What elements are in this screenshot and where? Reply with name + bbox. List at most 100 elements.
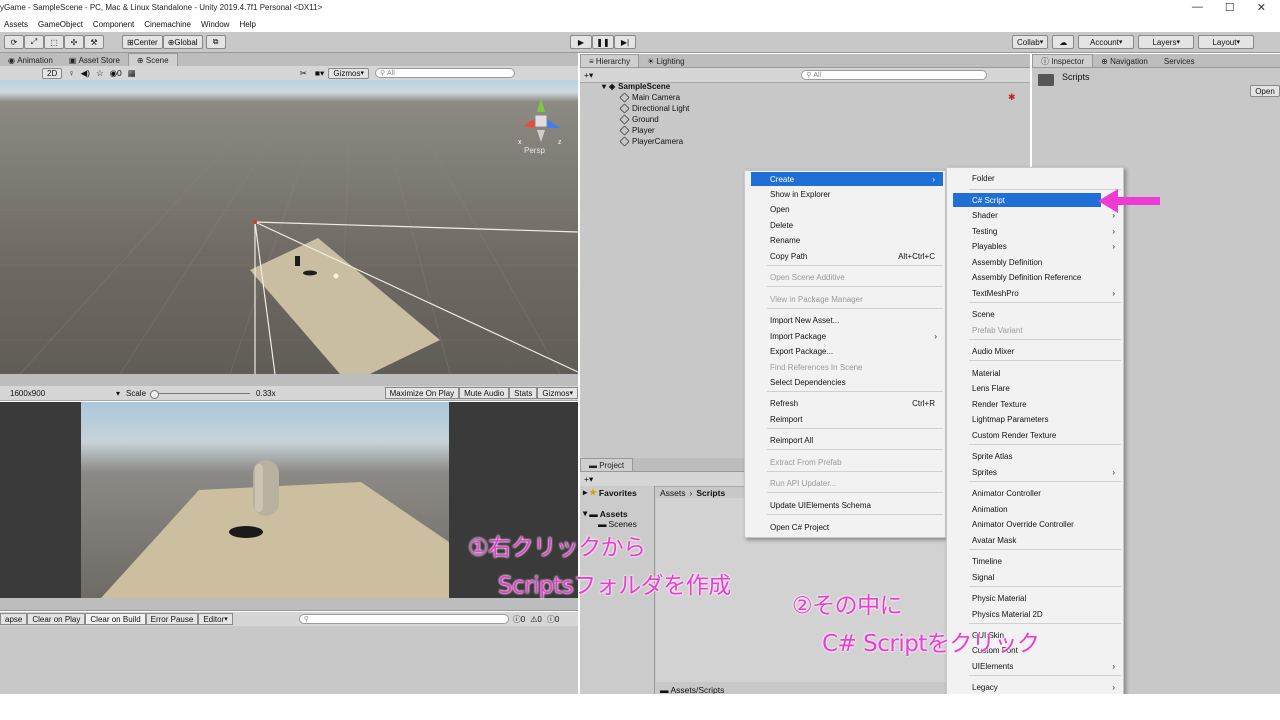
tab-asset-store[interactable]: ▣ Asset Store bbox=[61, 54, 128, 66]
submenu-item-textmeshpro[interactable]: TextMeshPro › bbox=[947, 286, 1123, 300]
submenu-item-avatar-mask[interactable]: Avatar Mask bbox=[947, 533, 1123, 547]
maximize-icon[interactable]: ☐ bbox=[1225, 1, 1235, 14]
menu-item-refresh[interactable]: Refresh Ctrl+R bbox=[745, 396, 945, 410]
submenu-item-shader[interactable]: Shader › bbox=[947, 208, 1123, 222]
account-dropdown[interactable]: Account bbox=[1078, 35, 1135, 49]
scene-menu-icon[interactable]: ✱ bbox=[1008, 92, 1016, 103]
submenu-item-assembly-definition-reference[interactable]: Assembly Definition Reference bbox=[947, 270, 1123, 284]
hidden-count-icon[interactable]: ◉ bbox=[110, 68, 117, 79]
tab-services[interactable]: Services bbox=[1156, 55, 1203, 67]
assets-item[interactable]: ▾ ▬ Assets bbox=[583, 508, 628, 519]
maximize-on-play-toggle[interactable]: Maximize On Play bbox=[384, 387, 460, 399]
tab-lighting[interactable]: ☀ Lighting bbox=[639, 55, 692, 67]
play-icon[interactable]: ▶ bbox=[570, 35, 592, 49]
perspective-label[interactable]: Persp bbox=[524, 146, 545, 155]
submenu-item-legacy[interactable]: Legacy › bbox=[947, 680, 1123, 694]
submenu-item-timeline[interactable]: Timeline bbox=[947, 554, 1123, 568]
submenu-item-lens-flare[interactable]: Lens Flare bbox=[947, 381, 1123, 395]
menu-item-show-in-explorer[interactable]: Show in Explorer bbox=[745, 187, 945, 201]
scale-slider[interactable] bbox=[150, 389, 251, 399]
submenu-item-animation[interactable]: Animation bbox=[947, 502, 1123, 516]
hierarchy-item-player-camera[interactable]: PlayerCamera bbox=[619, 136, 683, 147]
menu-gameobject[interactable]: GameObject bbox=[38, 20, 83, 29]
scene-view[interactable]: x z Persp bbox=[0, 80, 578, 374]
mute-audio-toggle[interactable]: Mute Audio bbox=[459, 387, 510, 399]
effects-icon[interactable]: ☆ bbox=[96, 68, 104, 79]
snap-icon[interactable]: ⧉ bbox=[205, 35, 226, 49]
close-icon[interactable]: ✕ bbox=[1257, 1, 1266, 14]
grid-icon[interactable]: ▦ bbox=[128, 68, 136, 79]
pivot-center-button[interactable]: ⊞ Center bbox=[122, 35, 163, 49]
hierarchy-search[interactable]: ⚲ All bbox=[801, 70, 988, 80]
warning-count-icon[interactable]: ⚠ bbox=[530, 615, 537, 624]
menu-item-import-new-asset[interactable]: Import New Asset... bbox=[745, 313, 945, 327]
menu-item-create[interactable]: Create › bbox=[751, 172, 943, 186]
menu-item-open-csharp-project[interactable]: Open C# Project bbox=[745, 520, 945, 534]
menu-item-reimport[interactable]: Reimport bbox=[745, 412, 945, 426]
ground-plane[interactable] bbox=[250, 238, 440, 374]
menu-cinemachine[interactable]: Cinemachine bbox=[144, 20, 191, 29]
rotate-tool-icon[interactable]: ⟳ bbox=[4, 35, 24, 49]
info-count-icon[interactable]: ⓘ bbox=[513, 614, 521, 625]
layers-dropdown[interactable]: Layers bbox=[1138, 35, 1195, 49]
menu-item-delete[interactable]: Delete bbox=[745, 218, 945, 232]
error-count-icon[interactable]: ⓘ bbox=[547, 614, 555, 625]
collab-button[interactable]: Collab bbox=[1012, 35, 1049, 49]
pivot-global-button[interactable]: ⊕ Global bbox=[162, 35, 203, 49]
error-pause-toggle[interactable]: Error Pause bbox=[145, 613, 199, 625]
clear-on-play-toggle[interactable]: Clear on Play bbox=[27, 613, 86, 625]
submenu-item-csharp-script[interactable]: C# Script bbox=[953, 193, 1101, 207]
menu-assets[interactable]: Assets bbox=[4, 20, 28, 29]
menu-item-rename[interactable]: Rename bbox=[745, 233, 945, 247]
submenu-item-audio-mixer[interactable]: Audio Mixer bbox=[947, 344, 1123, 358]
stats-toggle[interactable]: Stats bbox=[509, 387, 538, 399]
submenu-item-sprite-atlas[interactable]: Sprite Atlas bbox=[947, 449, 1123, 463]
breadcrumb-assets[interactable]: Assets bbox=[660, 488, 686, 498]
rect-tool-icon[interactable]: ⬚ bbox=[44, 35, 64, 49]
tab-animation[interactable]: ◉ Animation bbox=[0, 54, 61, 66]
transform-tool-icon[interactable]: ✣ bbox=[64, 35, 84, 49]
submenu-item-custom-render-texture[interactable]: Custom Render Texture bbox=[947, 428, 1123, 442]
camera-icon[interactable]: ■▾ bbox=[315, 68, 324, 79]
game-gizmos-dropdown[interactable]: Gizmos bbox=[537, 387, 578, 399]
menu-item-import-package[interactable]: Import Package › bbox=[745, 329, 945, 343]
minimize-icon[interactable]: — bbox=[1192, 1, 1203, 14]
submenu-item-sprites[interactable]: Sprites › bbox=[947, 465, 1123, 479]
editor-dropdown[interactable]: Editor bbox=[198, 613, 233, 625]
menu-item-update-uielements-schema[interactable]: Update UIElements Schema bbox=[745, 498, 945, 512]
scene-root-item[interactable]: ▾ ◈ SampleScene bbox=[602, 82, 670, 91]
hierarchy-item-ground[interactable]: Ground bbox=[619, 114, 659, 125]
submenu-item-scene[interactable]: Scene bbox=[947, 307, 1123, 321]
menu-item-export-package[interactable]: Export Package... bbox=[745, 344, 945, 358]
submenu-item-testing[interactable]: Testing › bbox=[947, 224, 1123, 238]
add-icon[interactable]: +▾ bbox=[584, 70, 593, 81]
audio-icon[interactable]: ◀) bbox=[81, 68, 90, 79]
cloud-icon[interactable]: ☁ bbox=[1052, 35, 1075, 49]
submenu-item-animator-controller[interactable]: Animator Controller bbox=[947, 486, 1123, 500]
tab-scene[interactable]: ⊕ Scene bbox=[127, 53, 178, 66]
tab-project[interactable]: ▬ Project bbox=[580, 458, 634, 471]
menu-item-copy-path[interactable]: Copy Path Alt+Ctrl+C bbox=[745, 249, 945, 263]
hierarchy-item-directional-light[interactable]: Directional Light bbox=[619, 103, 689, 114]
2d-toggle[interactable]: 2D bbox=[42, 67, 63, 79]
tab-hierarchy[interactable]: ≡ Hierarchy bbox=[580, 54, 640, 67]
scale-tool-icon[interactable]: ⤢ bbox=[24, 35, 44, 49]
submenu-item-folder[interactable]: Folder bbox=[947, 171, 1123, 185]
menu-item-select-dependencies[interactable]: Select Dependencies bbox=[745, 375, 945, 389]
light-icon[interactable]: ♀ bbox=[68, 68, 74, 78]
camera-origin[interactable] bbox=[253, 220, 257, 224]
orientation-gizmo[interactable]: x z bbox=[516, 96, 566, 146]
breadcrumb-scripts[interactable]: Scripts bbox=[696, 488, 725, 498]
submenu-item-signal[interactable]: Signal bbox=[947, 570, 1123, 584]
game-view[interactable] bbox=[0, 402, 578, 598]
slider-handle[interactable] bbox=[150, 389, 160, 399]
submenu-item-assembly-definition[interactable]: Assembly Definition bbox=[947, 255, 1123, 269]
submenu-item-lightmap-parameters[interactable]: Lightmap Parameters bbox=[947, 412, 1123, 426]
submenu-item-physics-material-2d[interactable]: Physics Material 2D bbox=[947, 607, 1123, 621]
scene-gizmos-dropdown[interactable]: Gizmos bbox=[328, 67, 369, 79]
scene-search[interactable]: ⚲ All bbox=[374, 68, 515, 78]
clear-on-build-toggle[interactable]: Clear on Build bbox=[85, 613, 146, 625]
layout-dropdown[interactable]: Layout bbox=[1198, 35, 1255, 49]
step-icon[interactable]: ▶| bbox=[614, 35, 636, 49]
hierarchy-item-player[interactable]: Player bbox=[619, 125, 655, 136]
